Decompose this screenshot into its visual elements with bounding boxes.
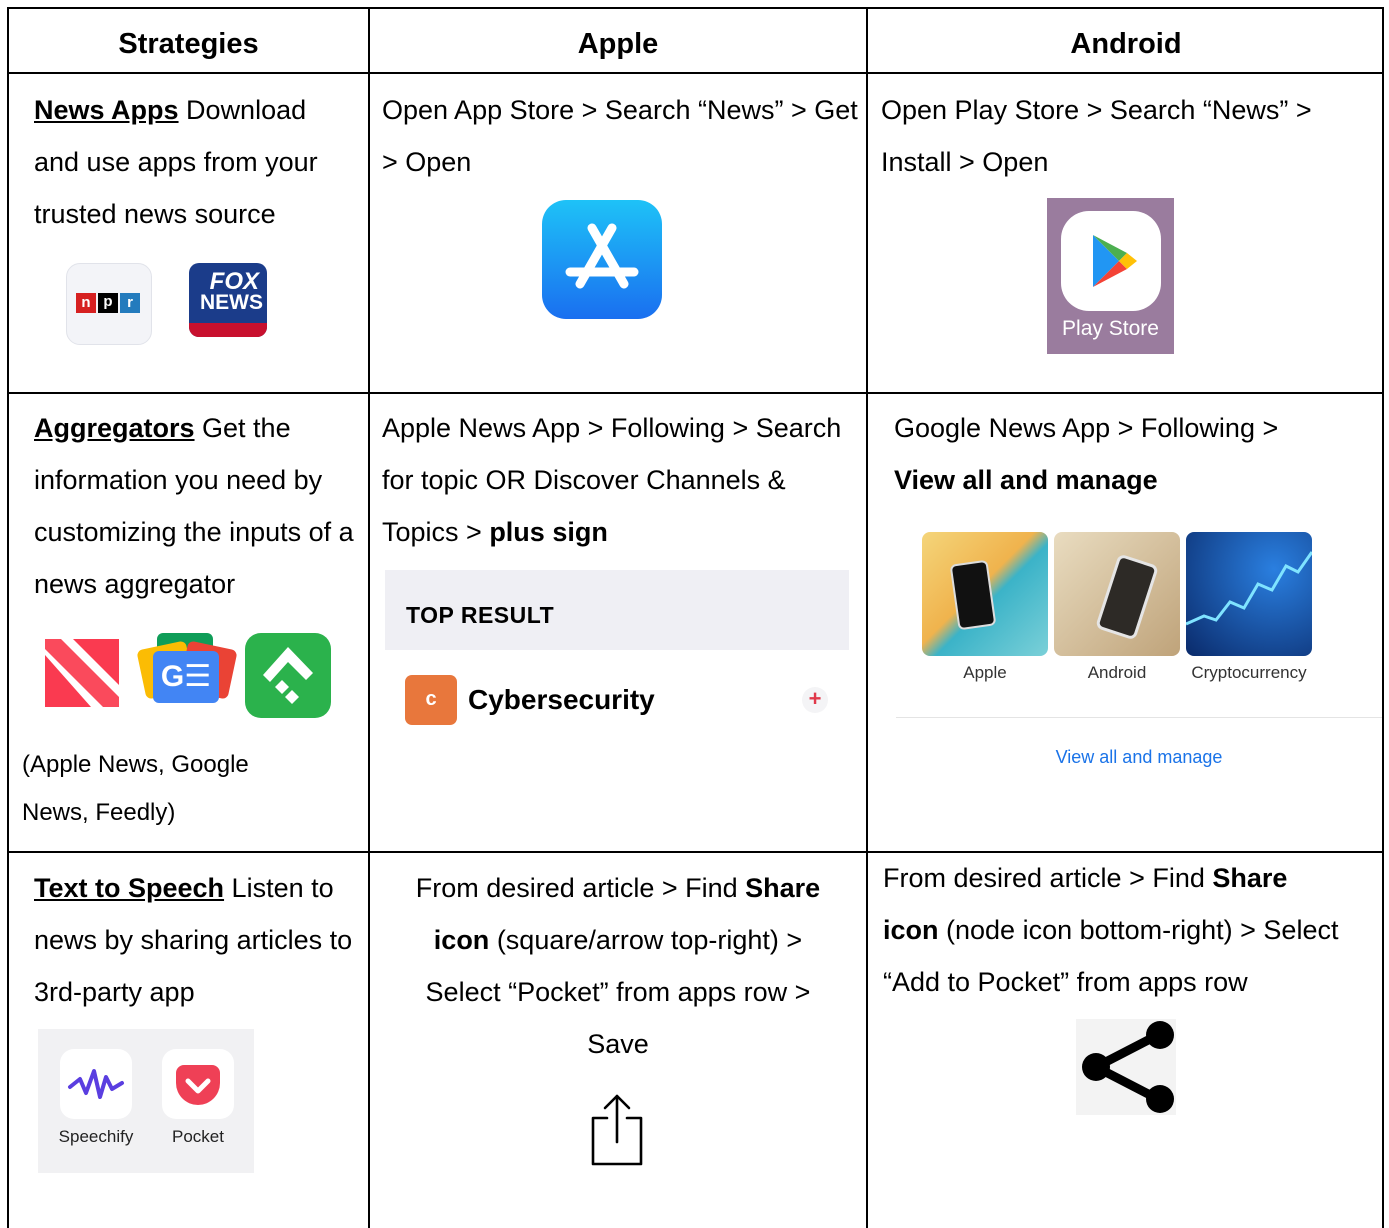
speechify-label: Speechify (58, 1127, 134, 1146)
topic-label-cryptocurrency: Cryptocurrency (1191, 663, 1307, 682)
pocket-label: Pocket (172, 1127, 224, 1146)
feedly-icon (245, 633, 331, 718)
fox-logo-top: FOX (209, 268, 259, 295)
aggregators-description: Aggregators Get the information you need… (34, 402, 359, 610)
apple-tts-steps: From desired article > Find Share icon (… (370, 862, 866, 1070)
aggregators-title[interactable]: Aggregators (34, 413, 195, 443)
apple-news-apps-steps: Open App Store > Search “News” > Get > O… (382, 95, 858, 177)
news-apps-description: News Apps Download and use apps from you… (34, 84, 354, 240)
apple-tts-line1: From desired article > Find (415, 873, 746, 903)
top-result-label: TOP RESULT (406, 602, 555, 628)
text-to-speech-title[interactable]: Text to Speech (34, 873, 224, 903)
topic-label-android: Android (1087, 663, 1147, 682)
apple-aggregator-text: Apple News App > Following > Search for … (382, 413, 842, 547)
apps-caption-line2: News, Feedly) (22, 799, 176, 826)
google-news-icon: G☰ (136, 633, 238, 715)
cybersecurity-badge: c (405, 675, 457, 725)
app-store-icon (542, 200, 662, 319)
topic-label-apple: Apple (963, 663, 1007, 682)
android-tts-steps: From desired article > Find Share icon (… (883, 852, 1383, 1008)
topic-tile-android[interactable] (1054, 532, 1180, 656)
apple-news-icon (45, 639, 119, 707)
plus-sign-text: plus sign (489, 517, 608, 547)
header-apple: Apple (577, 27, 659, 60)
header-strategies: Strategies (118, 27, 259, 60)
aggregator-apps-caption: (Apple News, Google News, Feedly) (22, 741, 249, 837)
npr-app-icon: n p r (66, 263, 152, 345)
android-tts-line3: “Add to Pocket” from apps row (883, 967, 1248, 997)
add-topic-button[interactable]: + (802, 687, 828, 713)
android-tts-line1: From desired article > Find (883, 863, 1213, 893)
apple-tts-line4: Save (587, 1029, 649, 1059)
google-news-topics-panel: Apple Android Cryptocurrency View all an… (896, 517, 1382, 797)
tts-apps-panel: Speechify Pocket (38, 1029, 254, 1173)
android-news-apps-steps: Open Play Store > Search “News” > Instal… (881, 95, 1312, 177)
android-aggregator-text: Google News App > Following > (894, 413, 1279, 443)
google-news-logo: G☰ (153, 651, 219, 703)
android-tts-line2: (node icon bottom-right) > Select (938, 915, 1339, 945)
row-divider (9, 392, 1382, 394)
fox-logo-bottom: NEWS (200, 291, 263, 314)
play-store-icon (1061, 211, 1161, 311)
topic-tile-apple[interactable] (922, 532, 1048, 656)
apple-icon-bold: icon (433, 925, 490, 955)
android-share-bold: Share (1212, 863, 1288, 893)
header-android: Android (1070, 27, 1182, 60)
topic-tile-cryptocurrency[interactable] (1186, 532, 1312, 656)
column-divider (866, 9, 868, 1228)
android-aggregator-steps: Google News App > Following > View all a… (894, 402, 1374, 506)
apple-tts-line3: Select “Pocket” from apps row > (425, 977, 811, 1007)
view-all-bold-text: View all and manage (894, 465, 1158, 495)
play-store-tile: Play Store (1047, 198, 1174, 354)
top-result-header: TOP RESULT (385, 570, 849, 650)
pocket-icon[interactable] (162, 1049, 234, 1119)
news-apps-title[interactable]: News Apps (34, 95, 179, 125)
apple-aggregator-steps: Apple News App > Following > Search for … (382, 402, 852, 558)
apple-tts-line2: (square/arrow top-right) > (489, 925, 803, 955)
apple-share-bold: Share (745, 873, 821, 903)
strategies-table: Strategies Apple Android News Apps Downl… (7, 7, 1384, 1228)
view-all-and-manage-link[interactable]: View all and manage (896, 747, 1382, 768)
cybersecurity-topic[interactable]: Cybersecurity (468, 680, 655, 720)
speechify-icon[interactable] (60, 1049, 132, 1119)
play-store-label: Play Store (1062, 317, 1159, 340)
text-to-speech-description: Text to Speech Listen to news by sharing… (34, 862, 359, 1018)
android-icon-bold: icon (883, 915, 939, 945)
apps-caption-line1: (Apple News, Google (22, 751, 249, 778)
ios-share-icon (587, 1092, 647, 1168)
fox-news-app-icon: FOX NEWS (189, 263, 267, 337)
android-share-icon (1076, 1019, 1176, 1115)
